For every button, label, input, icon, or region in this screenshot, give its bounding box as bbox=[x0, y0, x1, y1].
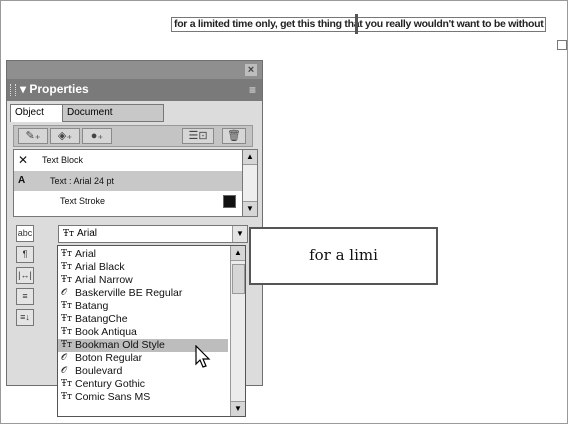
stroke-color-swatch[interactable] bbox=[222, 194, 237, 209]
truetype-icon: Ŧт bbox=[61, 327, 72, 337]
spacing-settings-button[interactable]: |↔| bbox=[16, 267, 34, 284]
panel-title-bar[interactable]: × bbox=[7, 61, 262, 79]
scroll-up-icon[interactable]: ▲ bbox=[243, 150, 257, 165]
text-insertion-cursor bbox=[355, 14, 358, 34]
delete-list-icon[interactable]: ☰⊡ bbox=[182, 128, 214, 144]
truetype-icon: Ŧт bbox=[61, 392, 72, 402]
object-list-scrollbar[interactable]: ▲ ▼ bbox=[242, 149, 258, 217]
font-option[interactable]: 𝒪 Baskerville BE Regular bbox=[58, 287, 228, 300]
font-option[interactable]: Ŧт Arial Black bbox=[58, 261, 228, 274]
truetype-icon: Ŧт bbox=[61, 249, 72, 259]
truetype-icon: Ŧт bbox=[61, 340, 72, 350]
font-option[interactable]: Ŧт Arial Narrow bbox=[58, 274, 228, 287]
close-icon[interactable]: × bbox=[245, 64, 257, 76]
add-fill-icon[interactable]: ◈₊ bbox=[50, 128, 80, 144]
selection-handle[interactable] bbox=[557, 40, 567, 50]
tab-document[interactable]: Document bbox=[62, 104, 164, 122]
list-item-text-stroke[interactable]: Text Stroke bbox=[14, 191, 242, 211]
list-item-text-block[interactable]: ✕ Text Block bbox=[14, 150, 242, 170]
truetype-icon: Ŧт bbox=[61, 301, 72, 311]
grip-icon[interactable] bbox=[10, 84, 16, 96]
font-option[interactable]: Ŧт Arial bbox=[58, 248, 228, 261]
font-option[interactable]: Ŧт Century Gothic bbox=[58, 378, 228, 391]
font-option[interactable]: Ŧт Book Antiqua bbox=[58, 326, 228, 339]
x-icon: ✕ bbox=[18, 153, 29, 167]
font-preview-box: for a limi bbox=[249, 227, 438, 285]
panel-title: ▾ Properties bbox=[20, 82, 89, 96]
panel-menu-icon[interactable]: ≡ bbox=[249, 83, 256, 97]
truetype-icon: Ŧт bbox=[61, 262, 72, 272]
column-settings-button[interactable]: ≡ bbox=[16, 288, 34, 305]
truetype-icon: Ŧт bbox=[61, 275, 72, 285]
font-option[interactable]: Ŧт Batang bbox=[58, 300, 228, 313]
paragraph-settings-button[interactable]: ¶ bbox=[16, 246, 34, 263]
character-settings-button[interactable]: abc bbox=[16, 225, 34, 242]
font-dropdown-list[interactable]: Ŧт Arial Ŧт Arial Black Ŧт Arial Narrow 𝒪 Ba… bbox=[57, 245, 246, 417]
opentype-icon: 𝒪 bbox=[61, 353, 67, 363]
tab-object[interactable]: Object bbox=[10, 104, 64, 122]
font-option[interactable]: Ŧт BatangChe bbox=[58, 313, 228, 326]
scroll-down-icon[interactable]: ▼ bbox=[243, 201, 257, 216]
list-item-text-font[interactable]: A Text : Arial 24 pt bbox=[14, 171, 242, 191]
row-settings-button[interactable]: ≡↓ bbox=[16, 309, 34, 326]
scroll-up-icon[interactable]: ▲ bbox=[231, 246, 245, 261]
font-family-select[interactable]: Ŧт Arial ▼ bbox=[58, 225, 248, 243]
opentype-icon: 𝒪 bbox=[61, 288, 67, 298]
text-banner[interactable]: for a limited time only, get this thing … bbox=[171, 17, 547, 32]
text-a-icon: A bbox=[18, 175, 26, 186]
panel-header[interactable]: ▾ Properties ≡ bbox=[7, 79, 262, 101]
add-effect-icon[interactable]: ●₊ bbox=[82, 128, 112, 144]
font-option[interactable]: Ŧт Comic Sans MS bbox=[58, 391, 228, 404]
opentype-icon: 𝒪 bbox=[61, 366, 67, 376]
font-list-scrollbar[interactable]: ▲ ▼ bbox=[230, 246, 245, 416]
scroll-thumb[interactable] bbox=[232, 264, 245, 294]
scroll-down-icon[interactable]: ▼ bbox=[231, 401, 245, 416]
truetype-icon: Ŧт bbox=[63, 229, 74, 239]
trash-icon[interactable]: 🗑 bbox=[222, 128, 246, 144]
add-pen-icon[interactable]: ✎₊ bbox=[18, 128, 48, 144]
truetype-icon: Ŧт bbox=[61, 314, 72, 324]
properties-toolbar: ✎₊ ◈₊ ●₊ ☰⊡ 🗑 bbox=[13, 125, 253, 147]
chevron-down-icon[interactable]: ▼ bbox=[232, 226, 247, 242]
object-attributes-list: ✕ Text Block A Text : Arial 24 pt Text S… bbox=[13, 149, 243, 217]
truetype-icon: Ŧт bbox=[61, 379, 72, 389]
mouse-pointer-icon bbox=[195, 345, 211, 368]
